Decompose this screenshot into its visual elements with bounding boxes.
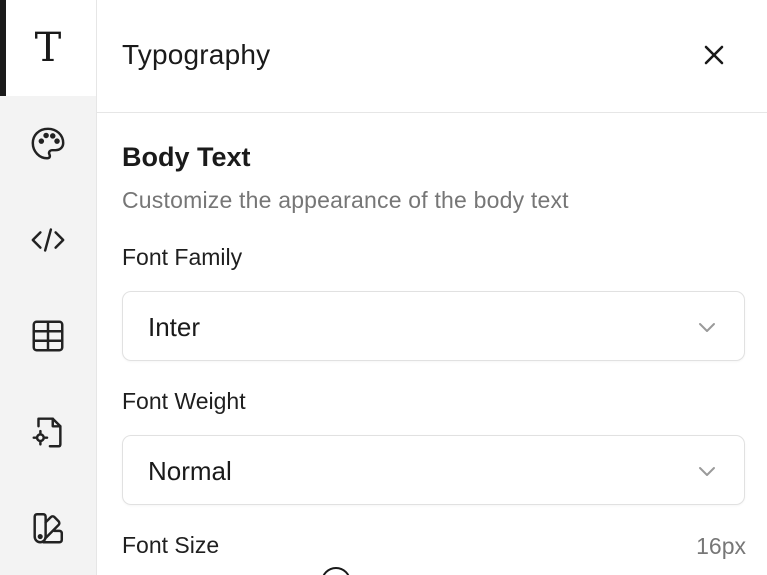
panel-header: Typography [97,0,767,113]
font-size-slider-thumb[interactable] [321,567,351,575]
font-family-select[interactable]: Inter [122,291,745,361]
file-settings-icon [32,417,62,448]
rail-item-theme[interactable] [0,96,96,192]
text-type-icon: T [34,25,62,71]
rail-item-typography[interactable]: T [0,0,96,96]
rail-item-file-settings[interactable] [0,384,96,480]
font-size-value: 16px [696,533,746,559]
font-weight-select[interactable]: Normal [122,435,745,505]
palette-icon [31,127,65,160]
close-button[interactable] [695,36,733,74]
swatch-book-icon [33,512,64,544]
section-description: Customize the appearance of the body tex… [122,187,569,213]
sidebar-rail: T [0,0,97,575]
rail-item-table[interactable] [0,288,96,384]
rail-item-swatches[interactable] [0,480,96,575]
panel-title: Typography [122,39,271,70]
close-icon [704,45,724,65]
rail-item-code[interactable] [0,192,96,288]
font-weight-value: Normal [148,456,232,486]
table-icon [32,320,64,352]
section-title: Body Text [122,142,251,172]
font-family-label: Font Family [122,244,243,270]
chevron-down-icon [696,460,718,482]
font-size-label: Font Size [122,532,220,558]
chevron-down-icon [696,316,718,338]
font-family-value: Inter [148,312,201,342]
font-weight-label: Font Weight [122,388,246,414]
typography-panel: Typography Body Text Customize the appea… [97,0,767,575]
code-icon [31,228,65,252]
